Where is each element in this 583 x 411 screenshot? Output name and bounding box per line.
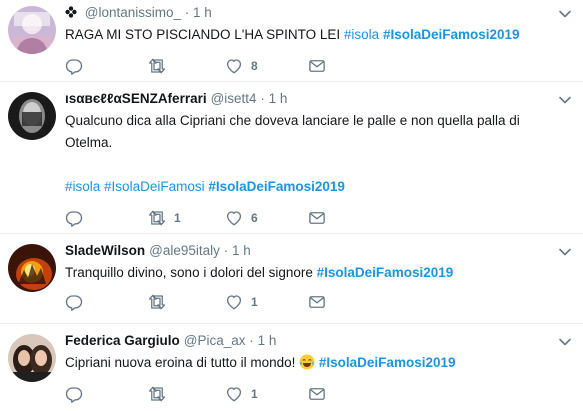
like-button[interactable]: 1 <box>225 384 258 404</box>
reply-button[interactable] <box>65 384 91 404</box>
retweet-button[interactable] <box>148 384 174 404</box>
timestamp[interactable]: 1 h <box>258 333 277 348</box>
envelope-icon <box>308 293 326 311</box>
tweet-text-content: RAGA MI STO PISCIANDO L'HA SPINTO LEI <box>65 27 344 42</box>
tweet-text: Tranquillo divino, sono i dolori del sig… <box>65 262 573 284</box>
like-count: 8 <box>251 59 258 73</box>
retweet-count: 1 <box>174 211 181 225</box>
reply-icon <box>65 385 83 403</box>
tweet-feed: @lontanissimo_ · 1 h RAGA MI STO PISCIAN… <box>0 0 583 411</box>
hashtag[interactable]: #isola <box>344 27 379 42</box>
tweet-text: Qualcuno dica alla Cipriani che doveva l… <box>65 110 573 198</box>
heart-icon <box>225 293 243 311</box>
like-count: 6 <box>251 211 258 225</box>
envelope-icon <box>308 57 326 75</box>
reply-icon <box>65 293 83 311</box>
avatar[interactable] <box>8 334 56 382</box>
separator-dot: · <box>223 243 229 258</box>
like-count: 1 <box>251 387 258 401</box>
envelope-icon <box>308 209 326 227</box>
user-handle[interactable]: @lontanissimo_ <box>85 5 181 20</box>
direct-message-button[interactable] <box>308 208 326 228</box>
tweet-text-line: Qualcuno dica alla Cipriani che doveva l… <box>65 113 520 128</box>
avatar[interactable] <box>8 6 56 54</box>
retweet-button[interactable]: 1 <box>148 208 181 228</box>
retweet-button[interactable] <box>148 56 174 76</box>
hashtag[interactable]: #IsolaDeiFamosi2019 <box>383 27 520 42</box>
heart-icon <box>225 209 243 227</box>
timestamp[interactable]: 1 h <box>193 5 212 20</box>
separator-dot: · <box>249 333 254 348</box>
display-name[interactable]: ıѕαвєℓℓαSENZAferrari <box>65 91 207 106</box>
reply-icon <box>65 57 83 75</box>
retweet-icon <box>148 293 166 311</box>
tweet-text-content: Tranquillo divino, sono i dolori del sig… <box>65 265 317 280</box>
hashtag[interactable]: #isola <box>65 179 100 194</box>
avatar[interactable] <box>8 92 56 140</box>
envelope-icon <box>308 385 326 403</box>
chevron-down-icon[interactable] <box>557 244 573 260</box>
tweet[interactable]: ıѕαвєℓℓαSENZAferrari @isett4 · 1 h Qualcu… <box>0 82 583 234</box>
hashtag[interactable]: #IsolaDeiFamosi <box>104 179 205 194</box>
timestamp[interactable]: 1 h <box>269 91 288 106</box>
laughing-crying-emoji <box>299 354 315 370</box>
like-button[interactable]: 1 <box>225 292 258 312</box>
tweet-text-line: Otelma. <box>65 135 113 150</box>
tweet[interactable]: @lontanissimo_ · 1 h RAGA MI STO PISCIAN… <box>0 0 583 82</box>
user-handle[interactable]: @isett4 <box>211 91 257 106</box>
tweet-text: Cipriani nuova eroina di tutto il mondo!… <box>65 352 573 374</box>
hashtag[interactable]: #IsolaDeiFamosi2019 <box>208 179 345 194</box>
display-name[interactable]: SladeWilson <box>65 243 145 258</box>
hashtag[interactable]: #IsolaDeiFamosi2019 <box>317 265 454 280</box>
retweet-icon <box>148 57 166 75</box>
retweet-button[interactable] <box>148 292 174 312</box>
display-name[interactable]: Federica Gargiulo <box>65 333 180 348</box>
tweet-text-content: Cipriani nuova eroina di tutto il mondo! <box>65 355 300 370</box>
heart-icon <box>225 385 243 403</box>
retweet-icon <box>148 209 166 227</box>
separator-dot: · <box>184 5 190 20</box>
tweet[interactable]: SladeWilson @ale95italy · 1 h Tranquillo … <box>0 234 583 324</box>
retweet-icon <box>148 385 166 403</box>
chevron-down-icon[interactable] <box>557 92 573 108</box>
chevron-down-icon[interactable] <box>557 334 573 350</box>
heart-icon <box>225 57 243 75</box>
tweet-text: RAGA MI STO PISCIANDO L'HA SPINTO LEI #i… <box>65 24 573 46</box>
flower-icon <box>65 5 77 18</box>
direct-message-button[interactable] <box>308 56 326 76</box>
chevron-down-icon[interactable] <box>557 6 573 22</box>
separator-dot: · <box>260 91 265 106</box>
reply-icon <box>65 209 83 227</box>
like-button[interactable]: 6 <box>225 208 258 228</box>
user-handle[interactable]: @Pica_ax <box>184 333 246 348</box>
avatar[interactable] <box>8 244 56 292</box>
like-button[interactable]: 8 <box>225 56 258 76</box>
reply-button[interactable] <box>65 56 91 76</box>
user-handle[interactable]: @ale95italy <box>149 243 220 258</box>
like-count: 1 <box>251 295 258 309</box>
reply-button[interactable] <box>65 208 91 228</box>
reply-button[interactable] <box>65 292 91 312</box>
tweet[interactable]: Federica Gargiulo @Pica_ax · 1 h Cipriani… <box>0 324 583 411</box>
direct-message-button[interactable] <box>308 384 326 404</box>
timestamp[interactable]: 1 h <box>232 243 251 258</box>
direct-message-button[interactable] <box>308 292 326 312</box>
hashtag[interactable]: #IsolaDeiFamosi2019 <box>319 355 456 370</box>
